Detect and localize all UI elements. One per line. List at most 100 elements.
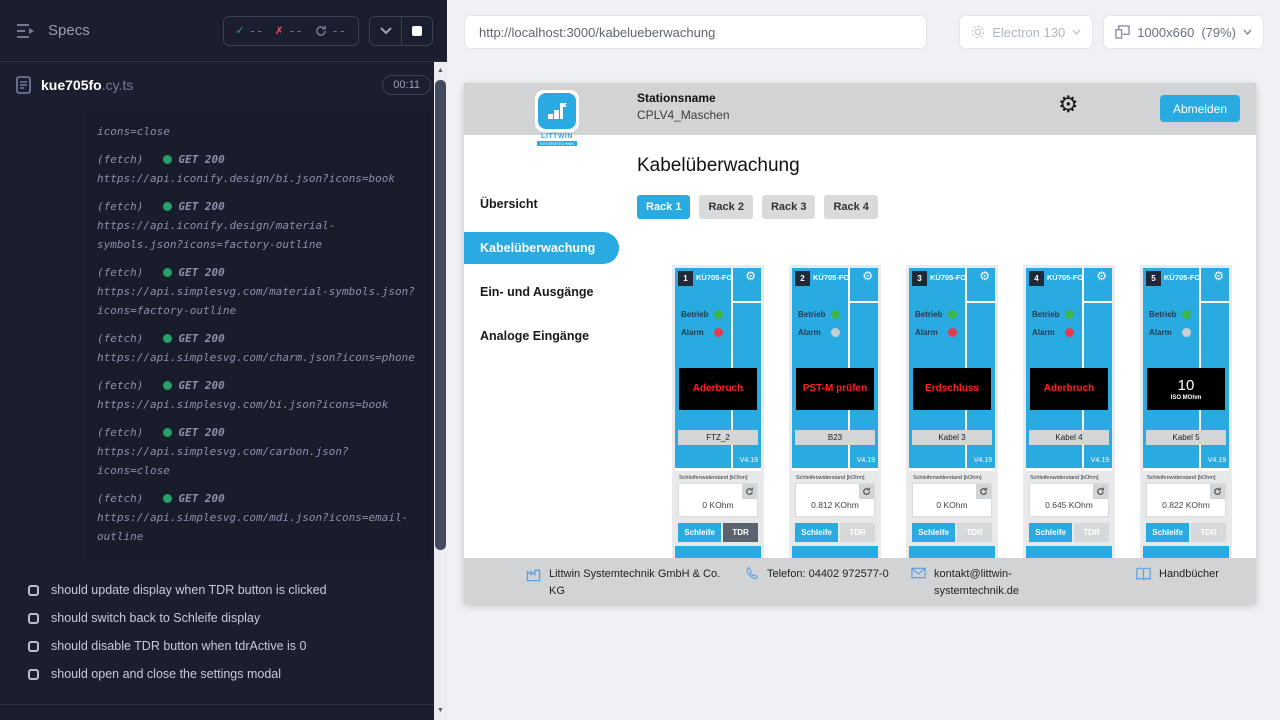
tdr-button[interactable]: TDR xyxy=(1074,523,1109,542)
refresh-icon[interactable] xyxy=(976,484,991,499)
divider xyxy=(848,445,850,468)
tdr-button[interactable]: TDR xyxy=(840,523,875,542)
log-entry: (fetch)GET 200 https://api.simplesvg.com… xyxy=(97,376,419,414)
version-row: V4.19 xyxy=(909,445,995,468)
tdr-button[interactable]: TDR xyxy=(957,523,992,542)
alarm-led xyxy=(1065,328,1074,337)
tab-rack-4[interactable]: Rack 4 xyxy=(824,195,877,219)
url-input[interactable] xyxy=(464,15,927,49)
status-ok-dot xyxy=(163,334,172,343)
device-settings-icon[interactable]: ⚙ xyxy=(1213,270,1224,282)
status-ok-dot xyxy=(163,381,172,390)
version-row: V4.19 xyxy=(1143,445,1229,468)
device-card-4: 4 KÜ705-FO ⚙ Betrieb Alarm Aderbruch xyxy=(1023,265,1115,558)
schleife-button[interactable]: Schleife xyxy=(795,523,838,542)
schleife-button[interactable]: Schleife xyxy=(1146,523,1189,542)
firmware-version: V4.19 xyxy=(1091,457,1109,464)
device-settings-icon[interactable]: ⚙ xyxy=(745,270,756,282)
test-item[interactable]: should switch back to Schleife display xyxy=(28,604,447,632)
device: 3 KÜ705-FO ⚙ Betrieb Alarm Erdschluss xyxy=(909,268,995,558)
app-body: Übersicht Kabelüberwachung Ein- und Ausg… xyxy=(464,83,1256,604)
scroll-up-arrow[interactable]: ▲ xyxy=(434,62,447,78)
resistance-value-box: 0.812 KOhm xyxy=(795,483,875,517)
nav-item-ein-und-ausgaenge[interactable]: Ein- und Ausgänge xyxy=(464,270,625,314)
refresh-icon[interactable] xyxy=(1093,484,1108,499)
betrieb-led xyxy=(1182,310,1191,319)
email-icon xyxy=(911,567,926,579)
tab-rack-1[interactable]: Rack 1 xyxy=(637,195,690,219)
factory-icon xyxy=(526,567,541,582)
test-list: should update display when TDR button is… xyxy=(0,574,447,705)
tdr-button[interactable]: TDR xyxy=(723,523,758,542)
device-number-badge: 1 xyxy=(678,271,693,286)
status-ok-dot xyxy=(163,155,172,164)
chevron-down-icon xyxy=(1072,29,1081,35)
device-header: 4 KÜ705-FO ⚙ xyxy=(1026,268,1112,294)
viewport-selector[interactable]: 1000x660 (79%) xyxy=(1103,15,1264,49)
network-log[interactable]: icons=close (fetch)GET 200 https://api.i… xyxy=(85,112,431,560)
tdr-button[interactable]: TDR xyxy=(1191,523,1226,542)
refresh-icon[interactable] xyxy=(1210,484,1225,499)
nav-item-analoge-eingaenge[interactable]: Analoge Eingänge xyxy=(464,314,625,358)
refresh-icon[interactable] xyxy=(859,484,874,499)
divider xyxy=(1199,445,1201,468)
runner-scrollbar[interactable]: ▲ ▼ xyxy=(434,62,447,720)
status-display: PST-M prüfen xyxy=(796,368,874,410)
resistance-panel: Schleifenwiderstand [kOhm] 0.812 KOhm Sc… xyxy=(792,468,878,546)
nav-item-uebersicht[interactable]: Übersicht xyxy=(464,182,625,226)
logo-box xyxy=(535,90,579,132)
browser-selector[interactable]: Electron 130 xyxy=(959,15,1093,49)
resistance-panel: Schleifenwiderstand [kOhm] 0 KOhm Schlei… xyxy=(909,468,995,546)
device-bottom xyxy=(1026,546,1112,558)
device-model: KÜ705-FO xyxy=(696,273,732,282)
device-settings-icon[interactable]: ⚙ xyxy=(1096,270,1107,282)
runner-window-buttons xyxy=(369,16,433,46)
nav-item-kabelueberwachung[interactable]: Kabelüberwachung xyxy=(464,232,619,264)
resistance-value: 0.822 KOhm xyxy=(1147,500,1225,510)
littwin-logo: LITTWIN SYSTEMTECHNIK xyxy=(534,90,580,146)
tab-rack-3[interactable]: Rack 3 xyxy=(762,195,815,219)
stat-failed: ✗-- xyxy=(275,23,302,38)
test-item[interactable]: should update display when TDR button is… xyxy=(28,576,447,604)
schleife-button[interactable]: Schleife xyxy=(1029,523,1072,542)
alarm-led xyxy=(948,328,957,337)
scroll-down-arrow[interactable]: ▼ xyxy=(434,702,447,718)
spec-row[interactable]: kue705fo.cy.ts 00:11 xyxy=(0,64,447,106)
footer-manuals[interactable]: Handbücher xyxy=(1136,566,1219,604)
station-label: Stationsname xyxy=(637,91,730,105)
logout-button[interactable]: Abmelden xyxy=(1160,95,1240,122)
cable-label: FTZ_2 xyxy=(678,430,758,445)
device-settings-icon[interactable]: ⚙ xyxy=(862,270,873,282)
app-header: Stationsname CPLV4_Maschen ⚙ Abmelden xyxy=(464,83,1256,135)
tab-rack-2[interactable]: Rack 2 xyxy=(699,195,752,219)
specs-menu-icon[interactable] xyxy=(16,23,36,39)
refresh-icon[interactable] xyxy=(742,484,757,499)
resistance-value: 0 KOhm xyxy=(679,500,757,510)
device: 5 KÜ705-FO ⚙ Betrieb Alarm 10 ISO MOhm xyxy=(1143,268,1229,558)
footer-phone: Telefon: 04402 972577-0 xyxy=(745,566,895,604)
firmware-version: V4.19 xyxy=(857,457,875,464)
resistance-value-box: 0.645 KOhm xyxy=(1029,483,1109,517)
schleife-button[interactable]: Schleife xyxy=(678,523,721,542)
stop-button[interactable] xyxy=(401,17,432,45)
divider xyxy=(731,445,733,468)
log-entry: (fetch)GET 200 https://api.iconify.desig… xyxy=(97,197,419,254)
rack-tabs: Rack 1 Rack 2 Rack 3 Rack 4 xyxy=(637,195,878,219)
logo-subtitle: SYSTEMTECHNIK xyxy=(537,141,577,146)
schleife-button[interactable]: Schleife xyxy=(912,523,955,542)
device-settings-icon[interactable]: ⚙ xyxy=(979,270,990,282)
test-item[interactable]: should open and close the settings modal xyxy=(28,660,447,688)
pending-icon xyxy=(315,25,327,37)
led-section: Betrieb Alarm xyxy=(1143,294,1229,368)
device: 2 KÜ705-FO ⚙ Betrieb Alarm PST-M prüfen xyxy=(792,268,878,558)
collapse-button[interactable] xyxy=(370,17,401,45)
betrieb-led xyxy=(948,310,957,319)
test-state-icon xyxy=(28,585,39,596)
browser-icon xyxy=(971,25,985,39)
scrollbar-thumb[interactable] xyxy=(435,80,446,550)
specs-label[interactable]: Specs xyxy=(48,22,90,39)
settings-gear-icon[interactable]: ⚙ xyxy=(1058,93,1079,116)
logo-icon xyxy=(538,93,576,129)
test-item[interactable]: should disable TDR button when tdrActive… xyxy=(28,632,447,660)
stop-icon xyxy=(412,26,422,36)
